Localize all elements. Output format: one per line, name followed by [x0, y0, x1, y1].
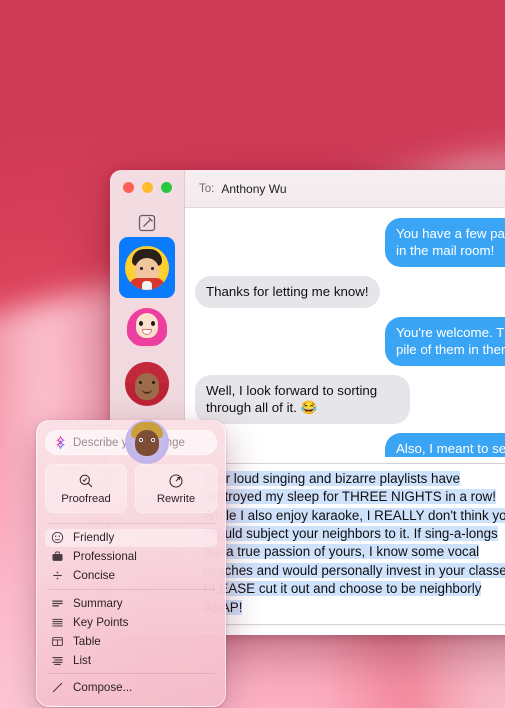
menu-item-table[interactable]: Table	[45, 633, 217, 651]
message-thread: You have a few packages sitting in the m…	[185, 208, 505, 457]
menu-item-label: Table	[73, 634, 101, 648]
writing-tools-actions: Proofread Rewrite	[45, 464, 217, 513]
message-row: You're welcome. There's a big pile of th…	[185, 317, 505, 366]
conversation-item-2[interactable]	[110, 298, 184, 353]
message-bubble-outgoing[interactable]: Also, I meant to send this earlier...	[385, 433, 505, 457]
menu-item-label: Professional	[73, 550, 137, 564]
menu-item-friendly[interactable]: Friendly	[45, 529, 217, 547]
divide-sign-icon	[51, 569, 64, 582]
menu-item-label: List	[73, 653, 92, 667]
new-message-icon[interactable]	[137, 213, 157, 233]
menu-item-label: Compose...	[73, 681, 133, 695]
divider	[47, 523, 215, 524]
menu-item-label: Concise	[73, 569, 115, 583]
close-window-button[interactable]	[123, 182, 134, 193]
message-row: Thanks for letting me know!	[185, 276, 505, 308]
message-bubble-outgoing[interactable]: You're welcome. There's a big pile of th…	[385, 317, 505, 366]
menu-item-summary[interactable]: Summary	[45, 595, 217, 613]
rewrite-button[interactable]: Rewrite	[135, 464, 217, 513]
avatar	[125, 245, 169, 290]
avatar	[125, 419, 169, 464]
recipient-name[interactable]: Anthony Wu	[221, 182, 286, 196]
compose-text[interactable]: Your loud singing and bizarre playlists …	[203, 470, 505, 617]
menu-item-key-points[interactable]: Key Points	[45, 614, 217, 632]
message-row: You have a few packages sitting in the m…	[185, 218, 505, 267]
rewrite-circle-arrow-icon	[168, 473, 184, 489]
magnifier-check-icon	[78, 473, 94, 489]
selected-text: Your loud singing and bizarre playlists …	[203, 470, 505, 615]
proofread-label: Proofread	[61, 492, 111, 505]
list-lines-icon	[51, 654, 64, 667]
menu-item-label: Summary	[73, 596, 123, 610]
table-grid-icon	[51, 635, 64, 648]
menu-item-label: Key Points	[73, 615, 129, 629]
divider	[47, 588, 215, 590]
divider	[47, 673, 215, 674]
minimize-window-button[interactable]	[142, 182, 153, 193]
apple-intelligence-icon	[54, 436, 67, 449]
message-bubble-outgoing[interactable]: You have a few packages sitting in the m…	[385, 218, 505, 267]
pencil-diagonal-icon	[51, 681, 64, 694]
proofread-button[interactable]: Proofread	[45, 464, 127, 513]
menu-item-concise[interactable]: Concise	[45, 567, 217, 585]
rewrite-label: Rewrite	[156, 492, 196, 505]
menu-item-professional[interactable]: Professional	[45, 548, 217, 566]
compose-area: Your loud singing and bizarre playlists …	[185, 457, 505, 635]
message-row: Also, I meant to send this earlier...	[185, 433, 505, 457]
message-bubble-incoming[interactable]: Well, I look forward to sorting through …	[195, 375, 410, 424]
conversation-item-3[interactable]	[110, 356, 184, 411]
menu-item-compose[interactable]: Compose...	[45, 679, 217, 697]
message-input-field[interactable]: Your loud singing and bizarre playlists …	[193, 462, 505, 625]
conversation-item-1[interactable]	[110, 237, 184, 298]
briefcase-icon	[51, 550, 64, 563]
window-traffic-lights	[123, 182, 172, 193]
message-bubble-incoming[interactable]: Thanks for letting me know!	[195, 276, 380, 308]
zoom-window-button[interactable]	[161, 182, 172, 193]
avatar	[125, 303, 169, 348]
format-options-group: Summary Key Points Table List	[45, 595, 217, 670]
messages-main-pane: To: Anthony Wu You have a few packages s…	[185, 170, 505, 635]
to-label: To:	[199, 182, 215, 195]
menu-item-list[interactable]: List	[45, 652, 217, 670]
recipient-toolbar: To: Anthony Wu	[185, 170, 505, 208]
writing-tools-popover: Describe your change Proofread Rew	[36, 420, 226, 707]
menu-item-label: Friendly	[73, 531, 115, 545]
smiley-face-icon	[51, 531, 64, 544]
tone-options-group: Friendly Professional Concise	[45, 529, 217, 585]
avatar	[125, 361, 169, 406]
summary-lines-icon	[51, 597, 64, 610]
message-row: Well, I look forward to sorting through …	[185, 375, 505, 424]
bullet-list-icon	[51, 616, 64, 629]
